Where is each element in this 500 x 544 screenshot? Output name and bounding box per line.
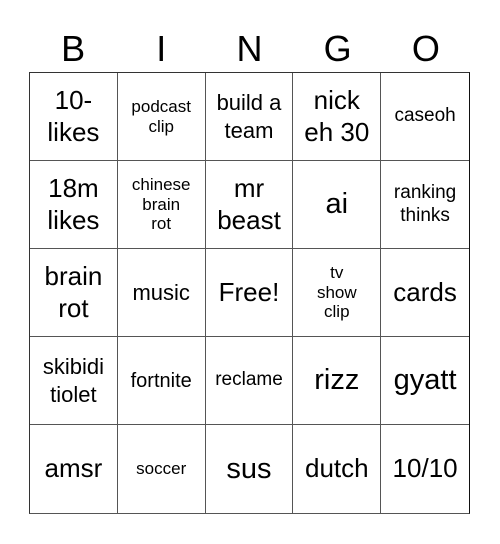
bingo-cell[interactable]: mr beast [205, 161, 294, 249]
bingo-cell[interactable]: podcast clip [117, 73, 206, 161]
bingo-cell[interactable]: soccer [118, 425, 206, 513]
bingo-cell[interactable]: amsr [30, 425, 118, 513]
bingo-cell[interactable]: nick eh 30 [293, 73, 382, 161]
bingo-cell[interactable]: music [117, 249, 206, 337]
bingo-cell[interactable]: 10/10 [381, 425, 469, 513]
bingo-cell[interactable]: cards [381, 249, 469, 337]
bingo-cell[interactable]: skibidi tiolet [30, 337, 118, 425]
bingo-cell[interactable]: chinese brain rot [117, 161, 206, 249]
bingo-cell[interactable]: sus [206, 425, 294, 513]
bingo-cell[interactable]: brain rot [30, 249, 118, 337]
bingo-cell[interactable]: ai [293, 161, 382, 249]
bingo-cell[interactable]: dutch [293, 425, 382, 513]
bingo-cell[interactable]: tv show clip [293, 249, 382, 337]
bingo-cell[interactable]: gyatt [381, 337, 469, 425]
bingo-cell[interactable]: build a team [205, 73, 294, 161]
bingo-cell[interactable]: fortnite [117, 337, 206, 425]
bingo-cell free-space[interactable]: Free! [205, 249, 294, 337]
bingo-grid: 10- likes podcast clip build a team nick eh … [29, 72, 470, 514]
bingo-cell[interactable]: caseoh [381, 73, 469, 161]
header-letter-o: O [411, 28, 440, 69]
header-letter-i: I [156, 28, 167, 69]
header-letter-g: G [323, 28, 352, 69]
bingo-cell[interactable]: reclame [205, 337, 294, 425]
bingo-cell[interactable]: ranking thinks [381, 161, 469, 249]
header-letter-b: B [61, 28, 86, 69]
bingo-cell[interactable]: 10- likes [30, 73, 118, 161]
bingo-cell[interactable]: 18m likes [30, 161, 118, 249]
bingo-cell[interactable]: rizz [293, 337, 382, 425]
bingo-header: B I N G O [29, 26, 470, 72]
header-letter-n: N [236, 28, 263, 69]
